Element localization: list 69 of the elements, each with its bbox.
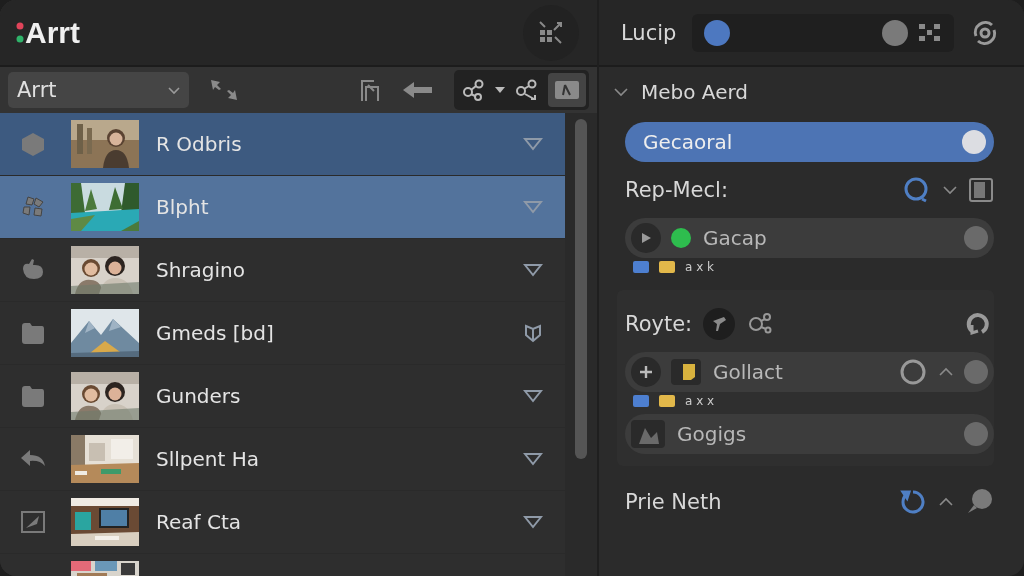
dropdown-triangle-icon[interactable] <box>523 137 543 151</box>
group-label: Royte: <box>625 312 693 336</box>
caret-icon[interactable] <box>494 86 506 94</box>
play-button[interactable] <box>631 223 661 253</box>
status-dot-icon <box>704 19 731 46</box>
plus-icon <box>639 365 653 379</box>
row-icon <box>19 509 47 535</box>
list-item[interactable]: Gacap <box>625 218 994 258</box>
row-label: R Odbris <box>156 132 243 156</box>
chevron-down-icon <box>613 86 629 98</box>
dropdown-triangle-icon[interactable] <box>523 263 543 277</box>
logo-icon <box>16 20 24 45</box>
scrollbar-thumb[interactable] <box>575 119 587 459</box>
image-button[interactable] <box>548 73 586 107</box>
color-swatch <box>659 261 675 273</box>
color-swatch <box>633 261 649 273</box>
list-row[interactable]: Shragino <box>0 239 565 302</box>
chevron-up-icon[interactable] <box>938 496 954 508</box>
status-dot-icon <box>671 228 691 248</box>
image-icon <box>631 420 665 448</box>
list-row[interactable]: Sllpent Ha <box>0 428 565 491</box>
chevron-down-icon[interactable] <box>942 184 958 196</box>
list-item[interactable]: Gogigs <box>625 414 994 454</box>
project-dropdown[interactable]: Arrt <box>8 72 189 108</box>
swatch-caption: a x k <box>685 260 715 274</box>
layers-icon[interactable] <box>358 77 382 103</box>
search-bar[interactable] <box>692 13 954 52</box>
grid-icon[interactable] <box>918 21 942 44</box>
shield-icon[interactable] <box>523 323 543 343</box>
chevron-up-icon[interactable] <box>938 366 954 378</box>
image-icon <box>554 80 580 100</box>
brush-icon[interactable] <box>702 307 737 341</box>
status-dot-icon <box>882 19 908 46</box>
color-swatch <box>659 395 675 407</box>
list-row[interactable]: R Odbris <box>0 113 565 176</box>
document-icon[interactable] <box>968 177 994 203</box>
row-icon <box>19 131 47 157</box>
list-row[interactable]: Gmeds [bd] <box>0 302 565 365</box>
row-label: Sllpent Ha <box>156 447 260 471</box>
row-label: Blpht <box>156 195 210 219</box>
dropdown-triangle-icon[interactable] <box>523 515 543 529</box>
row-label: Gmeds [bd] <box>156 321 275 345</box>
app-title: Arrt <box>25 15 80 50</box>
swatch-caption: a x x <box>685 394 715 408</box>
group-label: Prie Neth <box>625 490 722 514</box>
row-icon <box>19 320 47 346</box>
row-icon <box>19 383 47 409</box>
dropdown-triangle-icon[interactable] <box>523 452 543 466</box>
color-swatch <box>633 395 649 407</box>
list-row[interactable]: Gunders <box>0 365 565 428</box>
play-icon <box>640 232 652 244</box>
nodes-icon[interactable] <box>462 78 486 102</box>
list-item[interactable]: Gollact <box>625 352 994 392</box>
collapse-icon[interactable] <box>209 78 239 102</box>
list-row[interactable]: Blpht <box>0 176 565 239</box>
row-label: Gunders <box>156 384 242 408</box>
row-label: Shragino <box>156 258 246 282</box>
note-icon <box>671 359 701 385</box>
add-button[interactable] <box>631 357 661 387</box>
back-arrow-icon[interactable] <box>402 80 434 100</box>
group-label: Rep-Mecl: <box>625 178 728 202</box>
chevron-down-icon <box>167 85 181 95</box>
toggle-switch[interactable]: Gecaoral <box>625 122 994 162</box>
list-row[interactable]: Reaf Cta <box>0 491 565 554</box>
dropdown-triangle-icon[interactable] <box>523 389 543 403</box>
circle-icon[interactable] <box>898 357 928 387</box>
panel-title: Lucip <box>621 20 677 45</box>
row-label: Reaf Cta <box>156 510 243 534</box>
section-header[interactable]: Mebo Aerd <box>613 77 994 107</box>
